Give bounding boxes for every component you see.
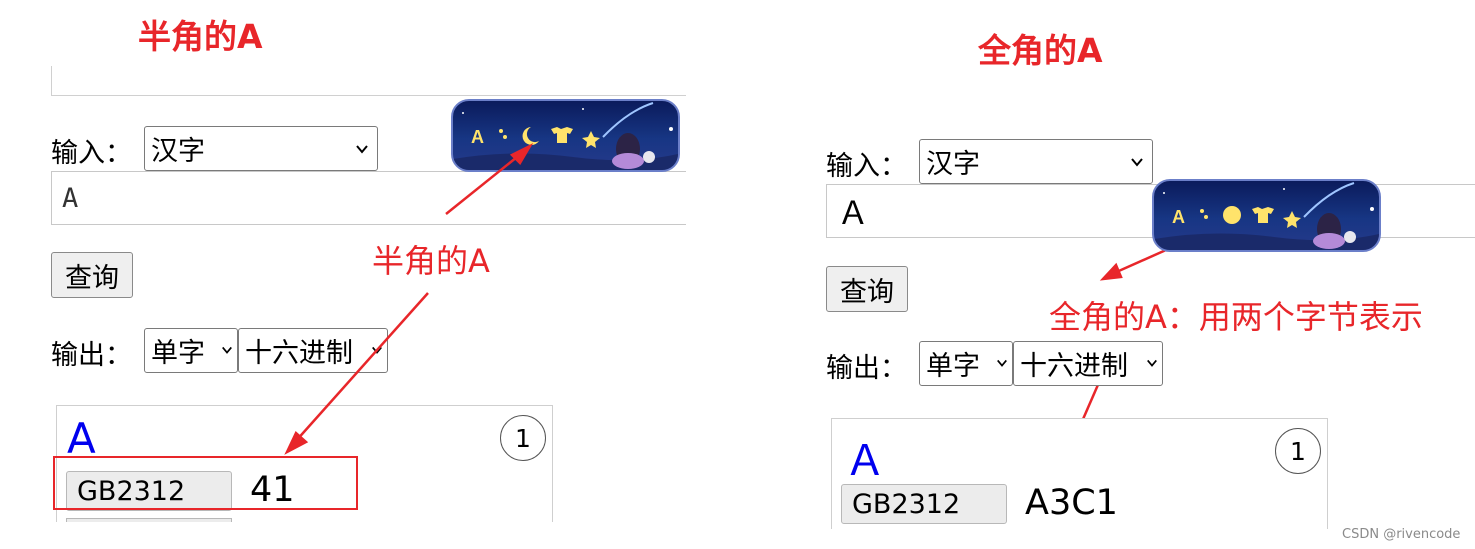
encoding-label: GB2312 bbox=[841, 484, 1007, 524]
right-title: 全角的A bbox=[978, 31, 1103, 70]
decorative-badge: A bbox=[1152, 179, 1381, 252]
arrow-to-hex bbox=[294, 292, 429, 443]
output-label: 输出： bbox=[826, 353, 907, 384]
watermark-credit: CSDN @rivencode bbox=[1342, 527, 1461, 542]
hex-value: A3C1 bbox=[1025, 483, 1118, 523]
chevron-down-icon bbox=[997, 359, 1007, 367]
chevron-down-icon bbox=[1131, 157, 1143, 167]
arrow-to-badge bbox=[445, 152, 523, 215]
output-mode-select[interactable]: 单字 bbox=[919, 341, 1013, 386]
night-sky-icon: A bbox=[1154, 182, 1379, 250]
input-type-select-value: 汉字 bbox=[926, 149, 980, 180]
result-glyph: Ａ bbox=[844, 436, 887, 485]
query-button[interactable]: 查询 bbox=[826, 266, 908, 312]
annotation-fullwidth: 全角的A：用两个字节表示 bbox=[1049, 298, 1423, 336]
output-format-select-value: 十六进制 bbox=[1020, 351, 1128, 382]
input-type-select[interactable]: 汉字 bbox=[919, 139, 1153, 184]
input-label: 输入： bbox=[826, 151, 907, 182]
result-count-badge: 1 bbox=[1275, 428, 1321, 474]
arrowhead bbox=[1099, 262, 1123, 281]
badge-letter: A bbox=[1172, 207, 1185, 227]
output-mode-select-value: 单字 bbox=[926, 351, 980, 382]
output-format-select[interactable]: 十六进制 bbox=[1013, 341, 1163, 386]
arrowhead bbox=[284, 430, 309, 455]
result-card: Ａ 1 GB2312 A3C1 bbox=[831, 418, 1328, 529]
chevron-down-icon bbox=[1147, 359, 1157, 367]
character-input-value: Ａ bbox=[837, 194, 870, 232]
